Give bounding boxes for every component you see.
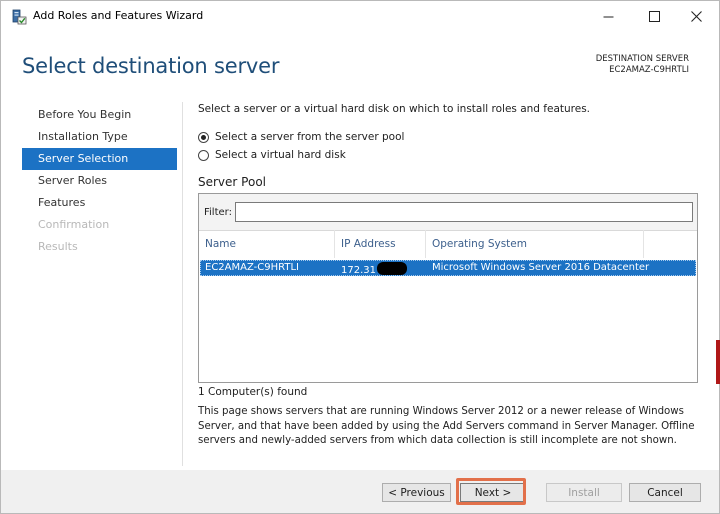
instruction-text: Select a server or a virtual hard disk o… <box>198 103 591 115</box>
wizard-header: Select destination server DESTINATION SE… <box>1 32 719 98</box>
page-title: Select destination server <box>22 54 280 78</box>
nav-item-before-you-begin[interactable]: Before You Begin <box>22 104 177 126</box>
redaction-mark <box>377 262 407 275</box>
server-manager-wizard-icon <box>11 9 27 25</box>
server-pool-table: Filter: Name IP Address Operating System… <box>198 193 698 383</box>
filter-label: Filter: <box>204 207 232 218</box>
nav-item-results: Results <box>38 240 78 253</box>
wizard-window: Add Roles and Features Wizard Select des… <box>0 0 720 514</box>
background-edge-mark <box>716 340 720 384</box>
minimize-icon <box>603 16 613 18</box>
previous-button[interactable]: < Previous <box>382 483 451 502</box>
filter-input[interactable] <box>235 202 693 222</box>
title-bar[interactable]: Add Roles and Features Wizard <box>1 1 719 32</box>
cell-operating-system: Microsoft Windows Server 2016 Datacenter <box>432 262 650 273</box>
minimize-button[interactable] <box>585 1 631 32</box>
nav-item-confirmation: Confirmation <box>38 218 110 231</box>
nav-item-server-roles[interactable]: Server Roles <box>22 170 177 192</box>
destination-server-label: DESTINATION SERVER <box>595 54 689 64</box>
option-server-pool-label: Select a server from the server pool <box>215 131 405 143</box>
close-button[interactable] <box>673 1 719 32</box>
filter-row: Filter: <box>199 194 697 231</box>
wizard-footer: < Previous Next > Install Cancel <box>1 470 719 513</box>
cell-server-name: EC2AMAZ-C9HRTLI <box>205 262 299 273</box>
computers-found-count: 1 Computer(s) found <box>198 386 308 398</box>
destination-server-info: DESTINATION SERVER EC2AMAZ-C9HRTLI <box>596 54 689 76</box>
nav-divider <box>182 102 183 466</box>
description-text: This page shows servers that are running… <box>198 406 695 446</box>
next-button-highlight <box>456 478 526 505</box>
wizard-nav: Before You Begin Installation Type Serve… <box>22 104 177 258</box>
radio-server-pool[interactable] <box>198 131 209 143</box>
maximize-button[interactable] <box>631 1 677 32</box>
window-title: Add Roles and Features Wizard <box>33 9 204 22</box>
column-header-operating-system[interactable]: Operating System <box>426 230 644 258</box>
maximize-icon <box>648 11 660 22</box>
option-virtual-hard-disk-label: Select a virtual hard disk <box>215 149 346 161</box>
column-header-name[interactable]: Name <box>199 230 335 258</box>
cell-ip-address-text: 172.31 <box>341 265 376 276</box>
close-icon <box>690 11 702 22</box>
nav-item-features[interactable]: Features <box>22 192 177 214</box>
table-row[interactable]: EC2AMAZ-C9HRTLI 172.31 Microsoft Windows… <box>200 260 696 276</box>
radio-virtual-hard-disk[interactable] <box>198 149 209 161</box>
option-server-pool[interactable]: Select a server from the server pool <box>198 130 404 144</box>
wizard-body: Before You Begin Installation Type Serve… <box>1 98 719 470</box>
nav-item-server-selection[interactable]: Server Selection <box>22 148 177 170</box>
option-virtual-hard-disk[interactable]: Select a virtual hard disk <box>198 148 346 162</box>
cell-ip-address: 172.31 <box>341 262 407 276</box>
server-pool-title: Server Pool <box>198 175 266 189</box>
column-header-ip-address[interactable]: IP Address <box>335 230 426 258</box>
cancel-button[interactable]: Cancel <box>629 483 701 502</box>
destination-server-name: EC2AMAZ-C9HRTLI <box>609 65 689 75</box>
nav-item-installation-type[interactable]: Installation Type <box>22 126 177 148</box>
install-button: Install <box>546 483 622 502</box>
